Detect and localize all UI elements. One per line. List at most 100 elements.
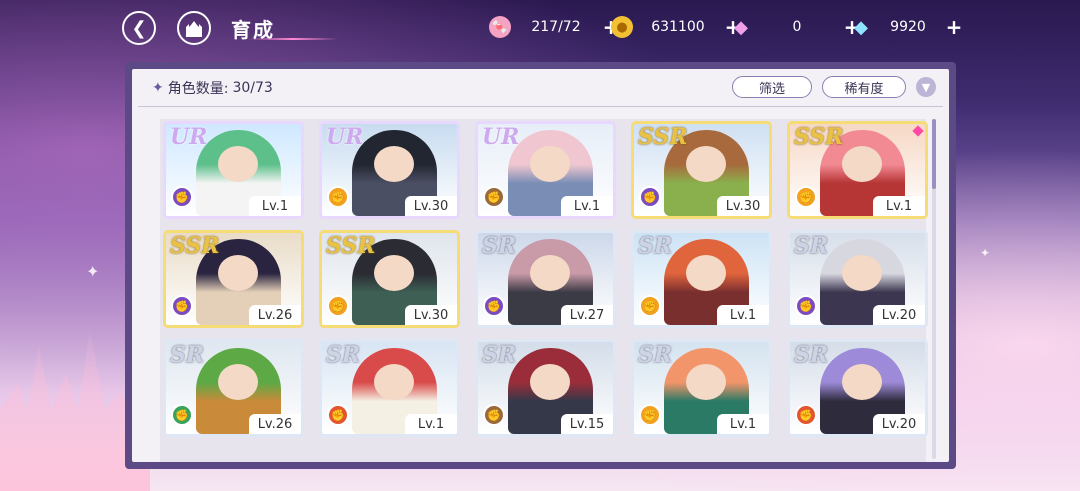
level-label: Lv.15	[561, 414, 613, 434]
panel-inner: ✦ 角色数量: 30/73 筛选 稀有度 ▼ UR ✊ Lv.1 UR ✊ Lv.30 UR…	[132, 69, 949, 462]
candy-icon: 🍬	[489, 16, 511, 38]
character-face	[374, 364, 414, 400]
character-card[interactable]: SR ✊ Lv.1	[631, 230, 772, 328]
character-card[interactable]: SR ✊ Lv.20	[787, 339, 928, 437]
level-label: Lv.27	[561, 305, 613, 325]
scrollbar-thumb[interactable]	[932, 119, 936, 189]
resource-diamond: ◆ 9920 +	[850, 16, 964, 38]
character-face	[842, 255, 882, 291]
level-label: Lv.1	[717, 305, 769, 325]
grid-scrollbar[interactable]	[932, 119, 936, 459]
attribute-icon: ✊	[327, 186, 349, 208]
character-count-label: 角色数量:	[167, 80, 229, 97]
back-arrow-icon: ❮	[131, 17, 147, 39]
character-face	[218, 364, 258, 400]
resource-value: 9920	[890, 19, 926, 35]
character-face	[218, 146, 258, 182]
character-card[interactable]: SR ✊ Lv.27	[475, 230, 616, 328]
character-face	[218, 255, 258, 291]
attribute-icon: ✊	[795, 404, 817, 426]
character-card[interactable]: SR ✊ Lv.15	[475, 339, 616, 437]
character-count-value: 30/73	[232, 79, 273, 96]
level-label: Lv.30	[405, 196, 457, 216]
resource-value: 0	[792, 19, 802, 35]
rarity-badge: UR	[482, 124, 520, 150]
character-card[interactable]: SSR ✊ Lv.1	[787, 121, 928, 219]
character-grid: UR ✊ Lv.1 UR ✊ Lv.30 UR ✊ Lv.1 SSR ✊ Lv.30 SSR ✊ Lv.1 S…	[160, 119, 928, 462]
sparkle-decoration: ✦	[86, 262, 100, 281]
character-card[interactable]: UR ✊ Lv.1	[163, 121, 304, 219]
character-card[interactable]: SR ✊ Lv.1	[319, 339, 460, 437]
attribute-icon: ✊	[639, 186, 661, 208]
chevron-down-icon: ▼	[921, 80, 931, 94]
rarity-sort-button[interactable]: 稀有度	[822, 76, 906, 98]
rarity-badge: SR	[482, 233, 517, 259]
character-face	[374, 255, 414, 291]
rarity-badge: SSR	[170, 233, 220, 259]
character-face	[374, 146, 414, 182]
resource-value: 217/72	[531, 19, 581, 35]
level-label: Lv.30	[717, 196, 769, 216]
attribute-icon: ✊	[795, 295, 817, 317]
level-label: Lv.1	[717, 414, 769, 434]
attribute-icon: ✊	[483, 186, 505, 208]
home-button[interactable]	[177, 11, 211, 45]
character-face	[686, 146, 726, 182]
resource-candy: 🍬 217/72 +	[489, 16, 621, 38]
character-card[interactable]: SR ✊ Lv.20	[787, 230, 928, 328]
level-label: Lv.20	[873, 305, 925, 325]
character-face	[842, 146, 882, 182]
gold-coin-icon: ●	[611, 16, 633, 38]
filter-button[interactable]: 筛选	[732, 76, 812, 98]
level-label: Lv.1	[561, 196, 613, 216]
character-card[interactable]: UR ✊ Lv.1	[475, 121, 616, 219]
add-diamond-button[interactable]: +	[944, 17, 964, 37]
character-face	[530, 146, 570, 182]
attribute-icon: ✊	[483, 295, 505, 317]
character-card[interactable]: SSR ✊ Lv.30	[631, 121, 772, 219]
character-card[interactable]: SSR ✊ Lv.30	[319, 230, 460, 328]
attribute-icon: ✊	[327, 295, 349, 317]
attribute-icon: ✊	[639, 295, 661, 317]
character-card[interactable]: SR ✊ Lv.26	[163, 339, 304, 437]
attribute-icon: ✊	[171, 404, 193, 426]
level-label: Lv.1	[873, 196, 925, 216]
attribute-icon: ✊	[171, 186, 193, 208]
level-label: Lv.26	[249, 414, 301, 434]
character-face	[686, 255, 726, 291]
castle-home-icon	[186, 21, 202, 37]
character-card[interactable]: SSR ✊ Lv.26	[163, 230, 304, 328]
resource-value: 631100	[651, 19, 705, 35]
character-card[interactable]: SR ✊ Lv.1	[631, 339, 772, 437]
character-face	[842, 364, 882, 400]
character-panel: ✦ 角色数量: 30/73 筛选 稀有度 ▼ UR ✊ Lv.1 UR ✊ Lv.30 UR…	[125, 62, 956, 469]
attribute-icon: ✊	[171, 295, 193, 317]
character-card[interactable]: UR ✊ Lv.30	[319, 121, 460, 219]
rarity-badge: SR	[638, 342, 673, 368]
rarity-badge: SR	[638, 233, 673, 259]
rarity-badge: SSR	[326, 233, 376, 259]
level-label: Lv.1	[249, 196, 301, 216]
rarity-badge: UR	[170, 124, 208, 150]
level-label: Lv.26	[249, 305, 301, 325]
rarity-badge: SSR	[638, 124, 688, 150]
back-button[interactable]: ❮	[122, 11, 156, 45]
title-decoration	[248, 38, 338, 40]
sort-dropdown-button[interactable]: ▼	[916, 77, 936, 97]
resource-gold: ● 631100 +	[611, 16, 743, 38]
rarity-badge: SR	[794, 233, 829, 259]
rarity-badge: SR	[326, 342, 361, 368]
sparkle-icon: ✦	[152, 79, 164, 96]
resource-pink-gem: ◆ 0 +	[730, 16, 862, 38]
rarity-badge: SSR	[794, 124, 844, 150]
attribute-icon: ✊	[327, 404, 349, 426]
pink-gem-icon: ◆	[734, 16, 748, 38]
rarity-badge: SR	[482, 342, 517, 368]
character-face	[530, 255, 570, 291]
character-face	[530, 364, 570, 400]
rarity-badge: UR	[326, 124, 364, 150]
rarity-badge: SR	[794, 342, 829, 368]
level-label: Lv.20	[873, 414, 925, 434]
attribute-icon: ✊	[639, 404, 661, 426]
level-label: Lv.1	[405, 414, 457, 434]
